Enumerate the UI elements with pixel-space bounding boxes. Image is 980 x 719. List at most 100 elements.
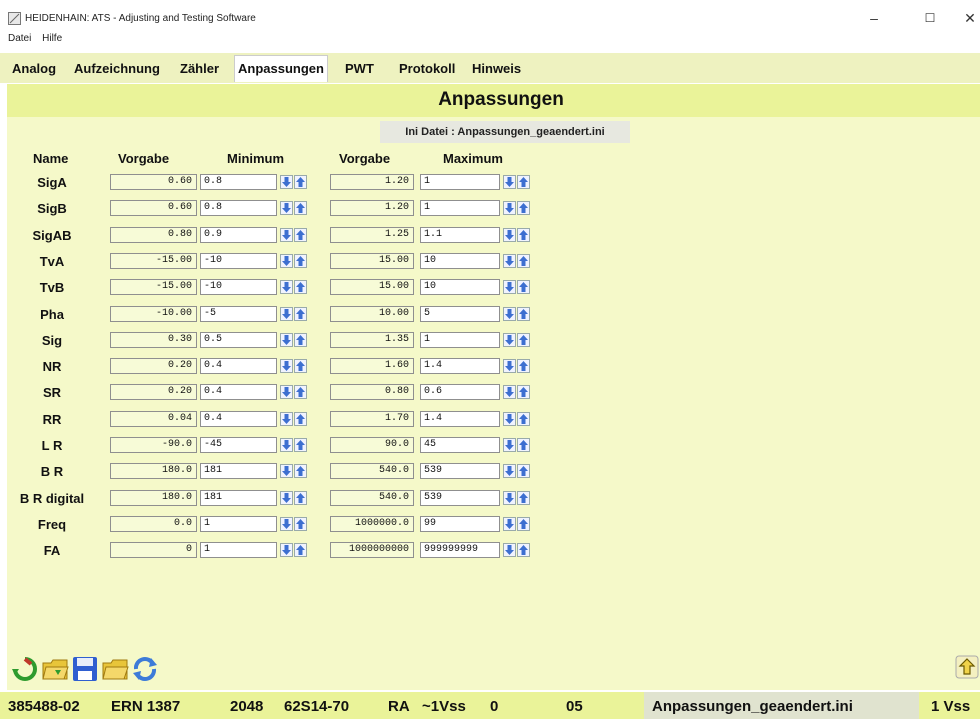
arrow-down-icon[interactable] bbox=[280, 175, 293, 189]
minimum-input[interactable]: 181 bbox=[200, 463, 277, 479]
tab-analog[interactable]: Analog bbox=[12, 58, 56, 80]
maximum-input[interactable]: 999999999 bbox=[420, 542, 500, 558]
arrow-down-icon[interactable] bbox=[503, 254, 516, 268]
menu-datei[interactable]: Datei bbox=[8, 33, 31, 44]
minimum-input[interactable]: 1 bbox=[200, 516, 277, 532]
arrow-up-icon[interactable] bbox=[294, 491, 307, 505]
arrow-up-icon[interactable] bbox=[294, 385, 307, 399]
arrow-up-icon[interactable] bbox=[294, 307, 307, 321]
tab-protokoll[interactable]: Protokoll bbox=[399, 58, 455, 80]
minimum-input[interactable]: -10 bbox=[200, 253, 277, 269]
arrow-down-icon[interactable] bbox=[503, 280, 516, 294]
arrow-up-icon[interactable] bbox=[294, 359, 307, 373]
minimize-button[interactable]: – bbox=[859, 8, 889, 28]
arrow-down-icon[interactable] bbox=[503, 175, 516, 189]
arrow-down-icon[interactable] bbox=[280, 438, 293, 452]
arrow-up-icon[interactable] bbox=[517, 491, 530, 505]
arrow-down-icon[interactable] bbox=[503, 201, 516, 215]
open-folder-icon[interactable] bbox=[41, 655, 69, 683]
maximum-input[interactable]: 1 bbox=[420, 332, 500, 348]
save-icon[interactable] bbox=[71, 655, 99, 683]
arrow-down-icon[interactable] bbox=[280, 412, 293, 426]
arrow-up-icon[interactable] bbox=[294, 201, 307, 215]
sync-icon[interactable] bbox=[131, 655, 159, 683]
minimum-input[interactable]: 0.4 bbox=[200, 384, 277, 400]
arrow-down-icon[interactable] bbox=[280, 333, 293, 347]
minimum-input[interactable]: 1 bbox=[200, 542, 277, 558]
arrow-down-icon[interactable] bbox=[503, 333, 516, 347]
maximum-input[interactable]: 539 bbox=[420, 463, 500, 479]
arrow-up-icon[interactable] bbox=[517, 464, 530, 478]
minimum-input[interactable]: -5 bbox=[200, 306, 277, 322]
arrow-up-icon[interactable] bbox=[517, 359, 530, 373]
maximum-input[interactable]: 1.1 bbox=[420, 227, 500, 243]
minimum-input[interactable]: 0.9 bbox=[200, 227, 277, 243]
tab-zaehler[interactable]: Zähler bbox=[180, 58, 219, 80]
arrow-down-icon[interactable] bbox=[503, 543, 516, 557]
arrow-down-icon[interactable] bbox=[280, 543, 293, 557]
maximum-input[interactable]: 1 bbox=[420, 200, 500, 216]
minimum-input[interactable]: 0.8 bbox=[200, 174, 277, 190]
maximum-input[interactable]: 99 bbox=[420, 516, 500, 532]
maximum-input[interactable]: 1.4 bbox=[420, 411, 500, 427]
arrow-down-icon[interactable] bbox=[280, 491, 293, 505]
maximum-input[interactable]: 539 bbox=[420, 490, 500, 506]
maximum-input[interactable]: 10 bbox=[420, 253, 500, 269]
arrow-up-icon[interactable] bbox=[294, 412, 307, 426]
close-button[interactable]: ✕ bbox=[955, 8, 980, 28]
arrow-down-icon[interactable] bbox=[503, 359, 516, 373]
arrow-up-icon[interactable] bbox=[517, 307, 530, 321]
arrow-up-icon[interactable] bbox=[517, 201, 530, 215]
arrow-up-icon[interactable] bbox=[517, 175, 530, 189]
arrow-up-icon[interactable] bbox=[294, 438, 307, 452]
arrow-up-icon[interactable] bbox=[517, 228, 530, 242]
arrow-down-icon[interactable] bbox=[280, 201, 293, 215]
arrow-up-icon[interactable] bbox=[294, 464, 307, 478]
tab-pwt[interactable]: PWT bbox=[345, 58, 374, 80]
arrow-down-icon[interactable] bbox=[503, 438, 516, 452]
arrow-down-icon[interactable] bbox=[503, 517, 516, 531]
maximize-button[interactable]: ☐ bbox=[915, 8, 945, 28]
maximum-input[interactable]: 45 bbox=[420, 437, 500, 453]
arrow-up-icon[interactable] bbox=[294, 280, 307, 294]
arrow-down-icon[interactable] bbox=[280, 359, 293, 373]
refresh-icon[interactable] bbox=[11, 655, 39, 683]
menu-hilfe[interactable]: Hilfe bbox=[42, 33, 62, 44]
arrow-up-icon[interactable] bbox=[517, 280, 530, 294]
arrow-down-icon[interactable] bbox=[280, 280, 293, 294]
arrow-down-icon[interactable] bbox=[280, 517, 293, 531]
arrow-down-icon[interactable] bbox=[280, 254, 293, 268]
minimum-input[interactable]: 181 bbox=[200, 490, 277, 506]
tab-aufzeichnung[interactable]: Aufzeichnung bbox=[74, 58, 160, 80]
folder-icon[interactable] bbox=[101, 655, 129, 683]
upload-icon[interactable] bbox=[955, 655, 979, 679]
arrow-up-icon[interactable] bbox=[517, 543, 530, 557]
arrow-up-icon[interactable] bbox=[294, 517, 307, 531]
arrow-down-icon[interactable] bbox=[503, 491, 516, 505]
maximum-input[interactable]: 1 bbox=[420, 174, 500, 190]
arrow-down-icon[interactable] bbox=[503, 412, 516, 426]
maximum-input[interactable]: 10 bbox=[420, 279, 500, 295]
maximum-input[interactable]: 1.4 bbox=[420, 358, 500, 374]
arrow-up-icon[interactable] bbox=[294, 254, 307, 268]
arrow-up-icon[interactable] bbox=[517, 385, 530, 399]
arrow-down-icon[interactable] bbox=[503, 385, 516, 399]
minimum-input[interactable]: 0.4 bbox=[200, 358, 277, 374]
arrow-down-icon[interactable] bbox=[503, 464, 516, 478]
minimum-input[interactable]: -45 bbox=[200, 437, 277, 453]
arrow-up-icon[interactable] bbox=[517, 412, 530, 426]
maximum-input[interactable]: 0.6 bbox=[420, 384, 500, 400]
arrow-down-icon[interactable] bbox=[280, 307, 293, 321]
arrow-up-icon[interactable] bbox=[294, 333, 307, 347]
maximum-input[interactable]: 5 bbox=[420, 306, 500, 322]
arrow-up-icon[interactable] bbox=[294, 228, 307, 242]
arrow-down-icon[interactable] bbox=[280, 228, 293, 242]
minimum-input[interactable]: -10 bbox=[200, 279, 277, 295]
arrow-down-icon[interactable] bbox=[503, 228, 516, 242]
arrow-up-icon[interactable] bbox=[517, 333, 530, 347]
minimum-input[interactable]: 0.4 bbox=[200, 411, 277, 427]
arrow-up-icon[interactable] bbox=[517, 254, 530, 268]
arrow-up-icon[interactable] bbox=[517, 517, 530, 531]
arrow-down-icon[interactable] bbox=[280, 464, 293, 478]
arrow-up-icon[interactable] bbox=[294, 175, 307, 189]
